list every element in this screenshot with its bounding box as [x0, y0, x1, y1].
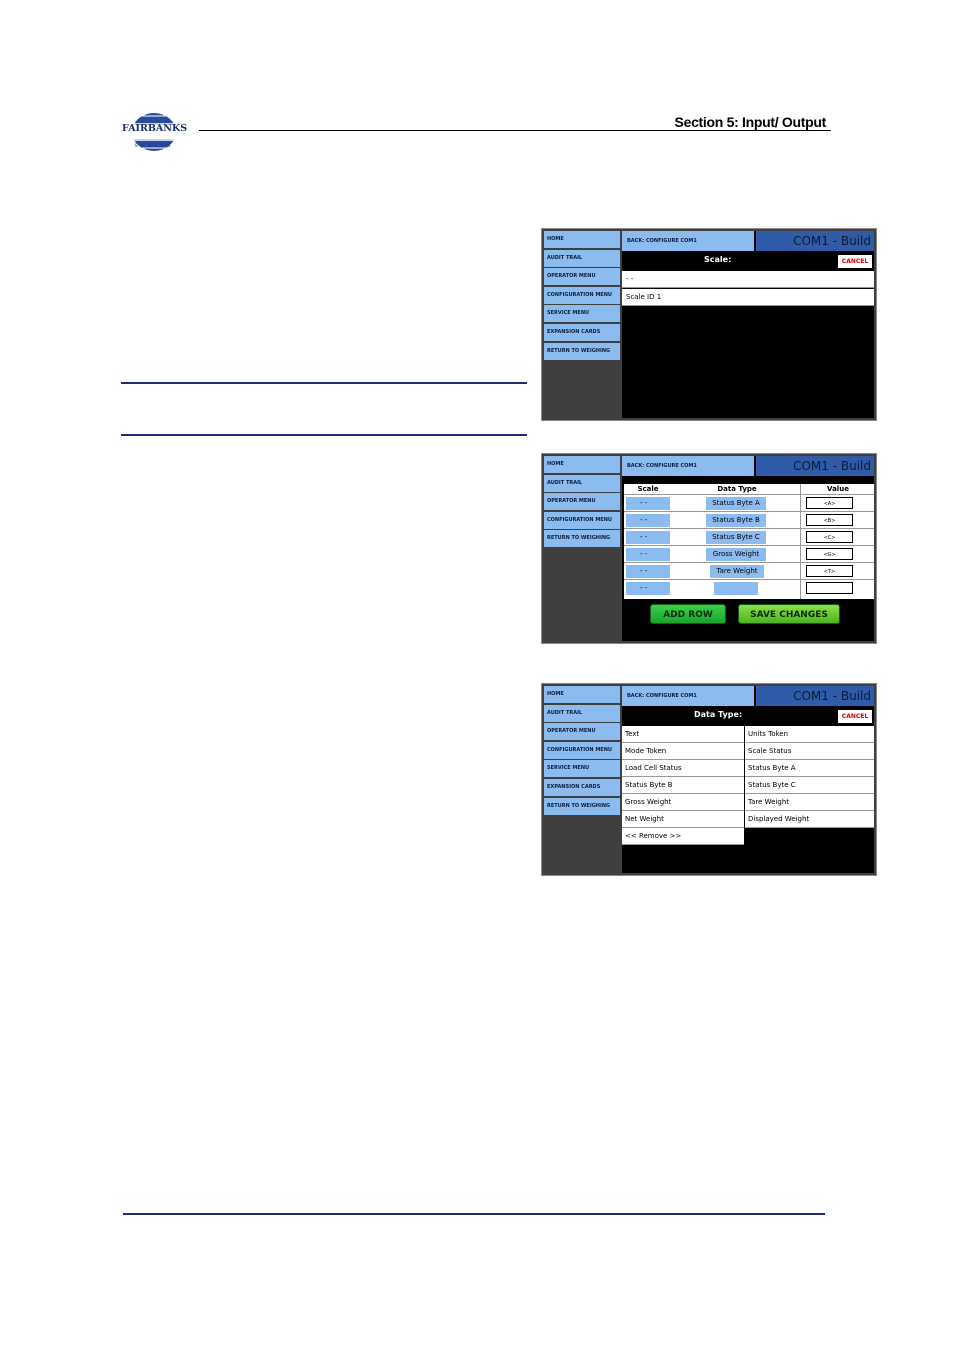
page-title: COM1 - Build [756, 231, 874, 251]
data-type-cell[interactable]: Status Byte A [706, 497, 766, 510]
list-item[interactable]: - - [622, 271, 874, 288]
scale-cell[interactable]: - - [626, 497, 670, 510]
data-type-cell[interactable]: Gross Weight [706, 548, 766, 561]
sidebar-item-audit-trail[interactable]: AUDIT TRAIL [544, 249, 620, 267]
sidebar-item-return-to-weighing[interactable]: RETURN TO WEIGHING [544, 530, 620, 548]
sidebar-item-expansion-cards[interactable]: EXPANSION CARDS [544, 323, 620, 341]
header-rule [199, 130, 831, 131]
sidebar-item-operator-menu[interactable]: OPERATOR MENU [544, 493, 620, 511]
section-title: Section 5: Input/ Output [674, 114, 827, 130]
list-item[interactable]: Displayed Weight [745, 811, 874, 828]
sidebar-item-audit-trail[interactable]: AUDIT TRAIL [544, 474, 620, 492]
list-item[interactable]: Load Cell Status [622, 760, 744, 777]
data-type-cell[interactable] [714, 582, 758, 595]
save-changes-button[interactable]: SAVE CHANGES [738, 604, 840, 624]
cancel-button[interactable]: CANCEL [838, 710, 872, 723]
column-header-value: Value [827, 485, 849, 493]
screen-build-table: HOME AUDIT TRAIL OPERATOR MENU CONFIGURA… [541, 453, 877, 644]
sidebar-item-expansion-cards[interactable]: EXPANSION CARDS [544, 778, 620, 796]
screen-scale-select: HOME AUDIT TRAIL OPERATOR MENU CONFIGURA… [541, 228, 877, 421]
screen-data-type-select: HOME AUDIT TRAIL OPERATOR MENU CONFIGURA… [541, 683, 877, 876]
back-button[interactable]: BACK: CONFIGURE COM1 [622, 456, 754, 476]
back-button[interactable]: BACK: CONFIGURE COM1 [622, 686, 754, 706]
value-field[interactable]: <B> [806, 514, 853, 526]
sidebar-item-return-to-weighing[interactable]: RETURN TO WEIGHING [544, 342, 620, 360]
table-row: - - Status Byte C <C> [624, 528, 874, 545]
build-table: Scale Data Type Value - - Status Byte A … [624, 484, 874, 599]
table-row: - - Status Byte A <A> [624, 494, 874, 511]
list-item[interactable]: Status Byte A [745, 760, 874, 777]
note-rule-top [121, 382, 527, 384]
sidebar-item-operator-menu[interactable]: OPERATOR MENU [544, 268, 620, 286]
list-item[interactable]: Mode Token [622, 743, 744, 760]
value-field[interactable]: <G> [806, 548, 853, 560]
page-title: COM1 - Build [756, 686, 874, 706]
page-title: COM1 - Build [756, 456, 874, 476]
column-header-scale: Scale [637, 485, 659, 493]
scale-cell[interactable]: - - [626, 514, 670, 527]
logo-text: FAIRBANKS [122, 123, 188, 134]
list-item[interactable]: Status Byte C [745, 777, 874, 794]
list-item[interactable]: Text [622, 726, 744, 743]
sidebar-item-service-menu[interactable]: SERVICE MENU [544, 760, 620, 778]
data-type-cell[interactable]: Tare Weight [710, 565, 764, 578]
list-item[interactable]: Net Weight [622, 811, 744, 828]
sidebar-item-audit-trail[interactable]: AUDIT TRAIL [544, 704, 620, 722]
fairbanks-logo: FAIRBANKS SCALES [122, 110, 188, 156]
footer-rule [123, 1213, 825, 1215]
sidebar-item-home[interactable]: HOME [544, 686, 620, 703]
sidebar-item-return-to-weighing[interactable]: RETURN TO WEIGHING [544, 797, 620, 815]
cancel-button[interactable]: CANCEL [838, 255, 872, 268]
data-type-cell[interactable]: Status Byte B [706, 514, 766, 527]
back-button[interactable]: BACK: CONFIGURE COM1 [622, 231, 754, 251]
logo-subtext: SCALES [134, 143, 174, 149]
sidebar-item-configuration-menu[interactable]: CONFIGURATION MENU [544, 286, 620, 304]
main-panel: BACK: CONFIGURE COM1 COM1 - Build Data T… [622, 686, 874, 873]
column-header-data-type: Data Type [717, 485, 757, 493]
value-field[interactable]: <A> [806, 497, 853, 509]
list-item[interactable]: Gross Weight [622, 794, 744, 811]
data-type-cell[interactable]: Status Byte C [706, 531, 766, 544]
table-row: - - Status Byte B <B> [624, 511, 874, 528]
value-field[interactable] [806, 582, 853, 594]
prompt-label: Scale: [704, 255, 732, 264]
table-row: - - [624, 579, 874, 596]
sidebar-item-home[interactable]: HOME [544, 231, 620, 248]
remove-option[interactable]: << Remove >> [622, 828, 744, 845]
main-panel: BACK: CONFIGURE COM1 COM1 - Build Scale … [622, 456, 874, 641]
sidebar-item-configuration-menu[interactable]: CONFIGURATION MENU [544, 511, 620, 529]
value-field[interactable]: <C> [806, 531, 853, 543]
sidebar-item-home[interactable]: HOME [544, 456, 620, 473]
scale-cell[interactable]: - - [626, 531, 670, 544]
list-item[interactable]: Scale Status [745, 743, 874, 760]
add-row-button[interactable]: ADD ROW [650, 604, 726, 624]
list-item[interactable]: Units Token [745, 726, 874, 743]
sidebar-item-service-menu[interactable]: SERVICE MENU [544, 305, 620, 323]
scale-cell[interactable]: - - [626, 565, 670, 578]
list-item[interactable]: Tare Weight [745, 794, 874, 811]
list-item[interactable]: Status Byte B [622, 777, 744, 794]
table-row: - - Tare Weight <T> [624, 562, 874, 579]
scale-cell[interactable]: - - [626, 548, 670, 561]
sidebar: HOME AUDIT TRAIL OPERATOR MENU CONFIGURA… [544, 686, 620, 816]
sidebar-item-operator-menu[interactable]: OPERATOR MENU [544, 723, 620, 741]
sidebar: HOME AUDIT TRAIL OPERATOR MENU CONFIGURA… [544, 231, 620, 361]
sidebar: HOME AUDIT TRAIL OPERATOR MENU CONFIGURA… [544, 456, 620, 549]
sidebar-item-configuration-menu[interactable]: CONFIGURATION MENU [544, 741, 620, 759]
prompt-label: Data Type: [694, 710, 743, 719]
main-panel: BACK: CONFIGURE COM1 COM1 - Build Scale:… [622, 231, 874, 418]
note-rule-bottom [121, 434, 527, 436]
value-field[interactable]: <T> [806, 565, 853, 577]
list-item[interactable]: Scale ID 1 [622, 289, 874, 306]
scale-cell[interactable]: - - [626, 582, 670, 595]
table-row: - - Gross Weight <G> [624, 545, 874, 562]
